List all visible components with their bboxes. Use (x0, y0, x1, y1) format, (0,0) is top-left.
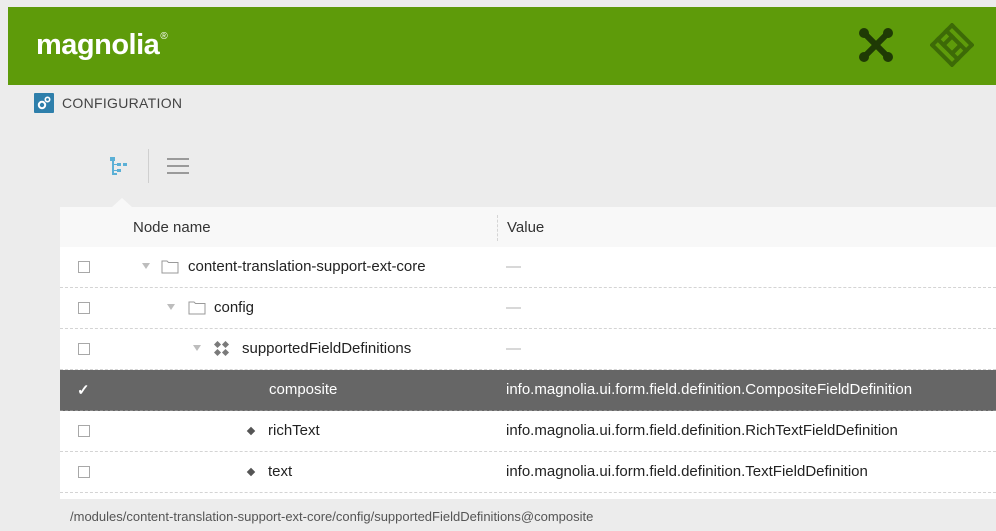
tree-row-content-translation-support-ext-core[interactable]: content-translation-support-ext-core — (60, 247, 996, 288)
expand-arrow-icon[interactable] (142, 263, 150, 269)
folder-icon (188, 300, 206, 319)
property-diamond-icon (246, 467, 256, 477)
row-checkbox[interactable] (78, 425, 90, 437)
column-header-node-name[interactable]: Node name (133, 219, 211, 236)
node-value: — (506, 258, 521, 275)
row-checkbox[interactable] (78, 261, 90, 273)
node-value: info.magnolia.ui.form.field.definition.T… (506, 463, 868, 480)
node-value: info.magnolia.ui.form.field.definition.C… (506, 381, 913, 398)
node-name: richText (268, 422, 320, 439)
status-path: /modules/content-translation-support-ext… (70, 509, 594, 524)
grid-header: Node name Value (60, 207, 996, 247)
view-toggle-divider (148, 149, 149, 183)
configuration-gear-icon (34, 93, 54, 113)
property-diamond-icon (246, 426, 256, 436)
magnolia-logo[interactable]: magnolia® (36, 29, 168, 62)
column-header-value[interactable]: Value (507, 219, 544, 236)
node-value: — (506, 340, 521, 357)
registered-mark: ® (160, 31, 168, 42)
tree-row-richtext[interactable]: richText info.magnolia.ui.form.field.def… (60, 411, 996, 452)
column-divider[interactable] (497, 215, 498, 241)
tree-row-text[interactable]: text info.magnolia.ui.form.field.definit… (60, 452, 996, 493)
expand-arrow-icon[interactable] (193, 345, 201, 351)
app-title: CONFIGURATION (62, 95, 183, 111)
tree-grid: Node name Value content-translation-supp… (60, 207, 996, 499)
node-name: content-translation-support-ext-core (188, 258, 426, 275)
view-toggle (104, 148, 193, 184)
tree-view-icon[interactable] (104, 151, 134, 181)
row-checkbox[interactable] (78, 466, 90, 478)
app-title-bar: CONFIGURATION (34, 92, 182, 114)
node-name: config (214, 299, 255, 316)
row-checkbox[interactable] (78, 343, 90, 355)
active-view-caret (112, 198, 132, 207)
node-name: composite (269, 381, 338, 398)
row-checkbox[interactable] (78, 302, 90, 314)
top-bar: magnolia® (8, 7, 996, 85)
tree-row-composite[interactable]: ✓ composite info.magnolia.ui.form.field.… (60, 370, 996, 411)
tree-row-supportedfielddefinitions[interactable]: supportedFieldDefinitions — (60, 329, 996, 370)
list-view-icon[interactable] (163, 151, 193, 181)
node-name: text (268, 463, 293, 480)
content-node-icon (213, 340, 230, 361)
folder-icon (161, 259, 179, 278)
node-value: — (506, 299, 521, 316)
row-checkbox-checked[interactable]: ✓ (77, 381, 90, 399)
pulse-x-icon[interactable] (856, 25, 896, 70)
tree-row-config[interactable]: config — (60, 288, 996, 329)
node-name: supportedFieldDefinitions (242, 340, 412, 357)
logo-text: magnolia (36, 29, 160, 61)
app-launcher-icon[interactable] (929, 22, 975, 72)
node-value: info.magnolia.ui.form.field.definition.R… (506, 422, 898, 439)
expand-arrow-icon[interactable] (167, 304, 175, 310)
